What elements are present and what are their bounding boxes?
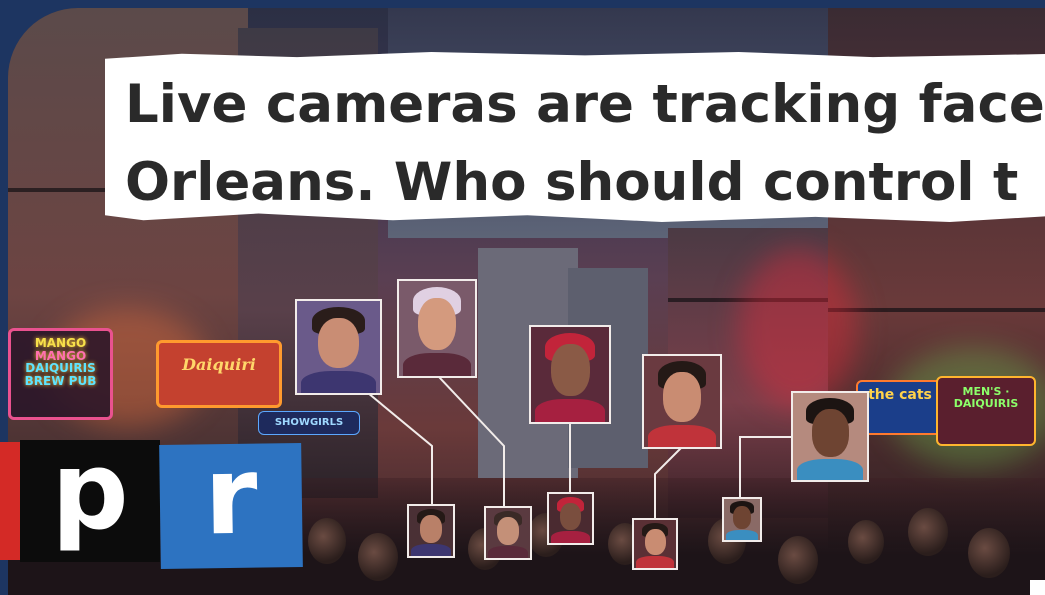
face-shirt	[534, 399, 606, 422]
face-shirt	[636, 556, 674, 568]
tracked-face-box-small	[407, 504, 455, 558]
face-shirt	[725, 530, 759, 540]
npr-logo-r-tile: r	[159, 433, 303, 569]
face-skin	[811, 408, 849, 457]
tracked-face-box	[295, 299, 382, 395]
tracked-face-box	[642, 354, 722, 449]
connector-line	[739, 436, 791, 497]
headline-text: Live cameras are tracking face Orleans. …	[125, 66, 1045, 222]
face-shirt	[796, 459, 864, 480]
tracked-face-box-small	[547, 492, 594, 545]
npr-logo-letter: p	[51, 429, 129, 554]
tracked-face-box	[397, 279, 477, 378]
tracked-face-box	[791, 391, 869, 482]
face-skin	[733, 506, 751, 529]
face-shirt	[488, 546, 528, 558]
face-skin	[644, 528, 666, 556]
thumbnail-frame: MANGO MANGO DAIQUIRIS BREW PUB Daiquiri …	[0, 0, 1045, 595]
connector-line	[438, 376, 505, 506]
face-shirt	[551, 531, 590, 543]
npr-logo-p-tile: p	[20, 429, 160, 562]
face-skin	[317, 317, 360, 369]
tracked-face-box-small	[484, 506, 532, 560]
face-shirt	[402, 353, 472, 376]
corner-mark	[1030, 580, 1045, 595]
tracked-face-box-small	[632, 518, 678, 570]
npr-logo-n-tile	[0, 442, 22, 560]
tracked-face-box	[529, 325, 611, 424]
face-skin	[420, 515, 442, 543]
connector-line	[367, 392, 433, 504]
face-skin	[418, 298, 456, 351]
face-shirt	[301, 370, 376, 393]
face-skin	[559, 502, 582, 530]
face-skin	[663, 372, 701, 423]
face-shirt	[647, 425, 717, 447]
face-skin	[550, 344, 590, 397]
npr-logo-letter: r	[203, 433, 259, 560]
face-skin	[497, 517, 519, 545]
face-shirt	[411, 544, 451, 556]
headline-line-2: Orleans. Who should control t	[125, 152, 1019, 213]
headline-line-1: Live cameras are tracking face	[125, 74, 1045, 135]
tracked-face-box-small	[722, 497, 762, 542]
connector-line	[654, 447, 682, 518]
